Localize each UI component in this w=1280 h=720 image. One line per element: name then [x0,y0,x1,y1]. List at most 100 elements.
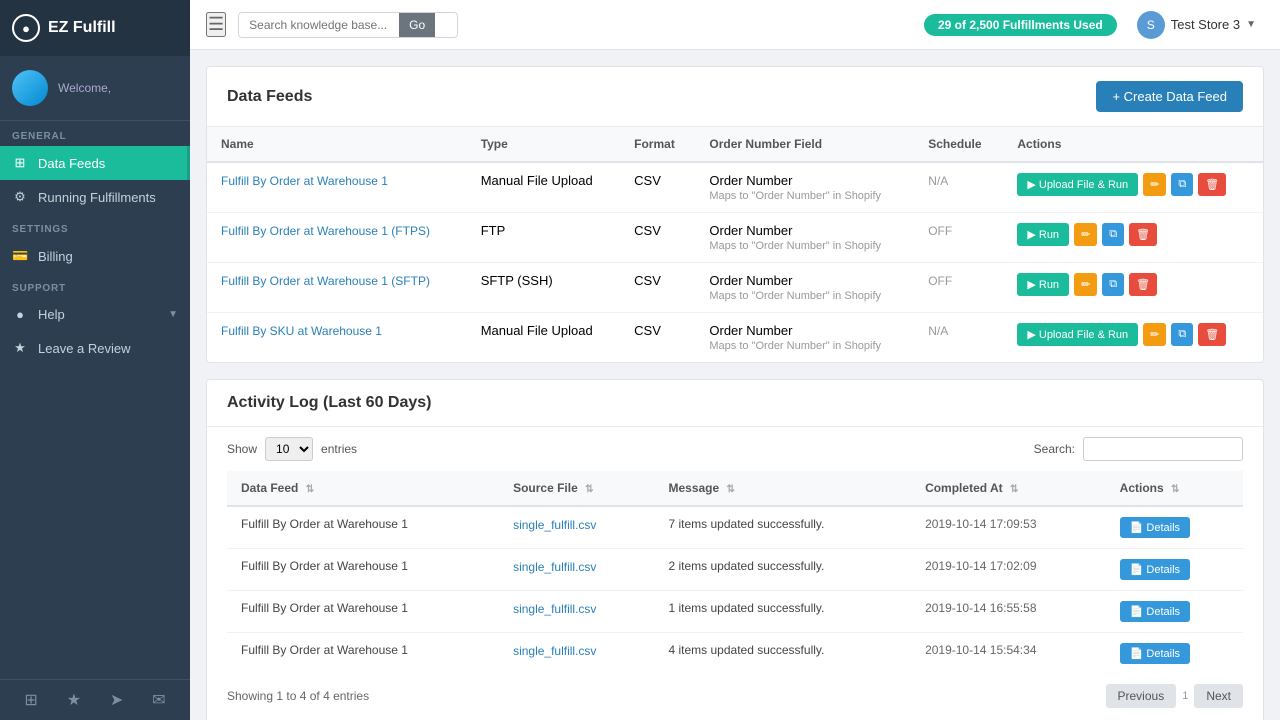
sidebar-user: Welcome, [0,56,190,121]
data-feeds-card: Data Feeds + Create Data Feed Name Type … [206,66,1264,363]
log-col-message: Message ⇅ [654,471,911,506]
next-button[interactable]: Next [1194,684,1243,708]
upload-run-button[interactable]: ▶ Upload File & Run [1017,323,1138,346]
settings-section-label: SETTINGS [0,214,190,239]
header: ☰ Go 29 of 2,500 Fulfillments Used S Tes… [190,0,1280,50]
activity-log-header: Activity Log (Last 60 Days) [207,380,1263,427]
log-message: 7 items updated successfully. [654,506,911,549]
edit-button[interactable]: ✏ [1074,223,1097,246]
feed-order-field: Order Number Maps to "Order Number" in S… [695,263,914,313]
col-type: Type [467,127,620,162]
chevron-down-icon: ▼ [1246,19,1256,30]
support-section-label: SUPPORT [0,273,190,298]
store-icon: S [1137,11,1165,39]
copy-button[interactable]: ⧉ [1102,223,1124,246]
run-button[interactable]: ▶ Run [1017,223,1069,246]
log-search-row: Search: [1034,437,1263,461]
upload-run-button[interactable]: ▶ Upload File & Run [1017,173,1138,196]
copy-button[interactable]: ⧉ [1171,323,1193,346]
details-button[interactable]: 📄 Details [1120,559,1190,580]
app-name: EZ Fulfill [48,19,116,37]
delete-button[interactable]: 🗑 [1198,173,1226,196]
details-button[interactable]: 📄 Details [1120,643,1190,664]
feed-schedule: OFF [914,263,1003,313]
page-separator: 1 [1182,690,1188,702]
log-col-source: Source File ⇅ [499,471,654,506]
bottom-icon-3[interactable]: ➤ [110,690,123,710]
feed-format: CSV [620,263,695,313]
data-feeds-icon: ⊞ [12,155,28,171]
search-go-button[interactable]: Go [399,13,435,37]
sidebar-item-data-feeds[interactable]: ⊞ Data Feeds [0,146,190,180]
details-button[interactable]: 📄 Details [1120,517,1190,538]
copy-button[interactable]: ⧉ [1171,173,1193,196]
create-data-feed-button[interactable]: + Create Data Feed [1096,81,1243,112]
source-file-link[interactable]: single_fulfill.csv [513,518,596,532]
table-row: Fulfill By SKU at Warehouse 1 Manual Fil… [207,313,1263,363]
feed-name-link[interactable]: Fulfill By SKU at Warehouse 1 [221,324,382,338]
details-button[interactable]: 📄 Details [1120,601,1190,622]
search-input[interactable] [239,13,399,37]
sidebar-item-leave-review[interactable]: ★ Leave a Review [0,331,190,365]
sidebar: ● EZ Fulfill Welcome, GENERAL ⊞ Data Fee… [0,0,190,720]
log-search-input[interactable] [1083,437,1243,461]
feed-format: CSV [620,213,695,263]
leave-review-icon: ★ [12,340,28,356]
entries-select[interactable]: 10 25 50 [265,437,313,461]
delete-button[interactable]: 🗑 [1129,223,1157,246]
log-completed-at: 2019-10-14 15:54:34 [911,633,1106,675]
action-buttons: ▶ Run ✏ ⧉ 🗑 [1017,273,1249,296]
table-row: Fulfill By Order at Warehouse 1 (SFTP) S… [207,263,1263,313]
show-label: Show [227,442,257,456]
copy-button[interactable]: ⧉ [1102,273,1124,296]
delete-button[interactable]: 🗑 [1198,323,1226,346]
bottom-icon-2[interactable]: ★ [67,690,81,710]
log-feed: Fulfill By Order at Warehouse 1 [227,633,499,675]
log-col-completed: Completed At ⇅ [911,471,1106,506]
sidebar-item-label: Billing [38,249,73,264]
log-col-actions: Actions ⇅ [1106,471,1243,506]
feed-schedule: N/A [914,162,1003,213]
showing-text: Showing 1 to 4 of 4 entries [207,679,389,713]
bottom-icon-1[interactable]: ⊞ [24,690,37,710]
data-feeds-title: Data Feeds [227,88,312,106]
prev-button[interactable]: Previous [1106,684,1177,708]
source-file-link[interactable]: single_fulfill.csv [513,644,596,658]
log-actions: 📄 Details [1106,549,1243,591]
log-actions: 📄 Details [1106,591,1243,633]
feed-type: Manual File Upload [467,162,620,213]
log-search-label: Search: [1034,442,1075,456]
sidebar-bottom: ⊞ ★ ➤ ✉ [0,679,190,720]
feed-format: CSV [620,313,695,363]
feed-name-link[interactable]: Fulfill By Order at Warehouse 1 [221,174,388,188]
log-message: 2 items updated successfully. [654,549,911,591]
sidebar-item-label: Running Fulfillments [38,190,156,205]
feed-name-link[interactable]: Fulfill By Order at Warehouse 1 (SFTP) [221,274,430,288]
pagination: Previous 1 Next [1086,674,1264,718]
action-buttons: ▶ Upload File & Run ✏ ⧉ 🗑 [1017,323,1249,346]
feed-name-link[interactable]: Fulfill By Order at Warehouse 1 (FTPS) [221,224,430,238]
edit-button[interactable]: ✏ [1143,323,1166,346]
col-actions: Actions [1003,127,1263,162]
feed-schedule: OFF [914,213,1003,263]
bottom-icon-4[interactable]: ✉ [152,690,165,710]
store-selector[interactable]: S Test Store 3 ▼ [1129,7,1264,43]
show-entries-row: Show 10 25 50 entries [207,427,377,471]
sidebar-item-running-fulfillments[interactable]: ⚙ Running Fulfillments [0,180,190,214]
sidebar-item-billing[interactable]: 💳 Billing [0,239,190,273]
source-file-link[interactable]: single_fulfill.csv [513,560,596,574]
log-actions: 📄 Details [1106,633,1243,675]
source-file-link[interactable]: single_fulfill.csv [513,602,596,616]
action-buttons: ▶ Run ✏ ⧉ 🗑 [1017,223,1249,246]
sidebar-logo: ● EZ Fulfill [0,0,190,56]
hamburger-button[interactable]: ☰ [206,12,226,37]
run-button[interactable]: ▶ Run [1017,273,1069,296]
delete-button[interactable]: 🗑 [1129,273,1157,296]
sidebar-item-help[interactable]: ● Help ▼ [0,298,190,331]
general-section-label: GENERAL [0,121,190,146]
edit-button[interactable]: ✏ [1143,173,1166,196]
edit-button[interactable]: ✏ [1074,273,1097,296]
search-bar: Go [238,12,458,38]
sidebar-item-label: Help [38,307,65,322]
entries-label: entries [321,442,357,456]
